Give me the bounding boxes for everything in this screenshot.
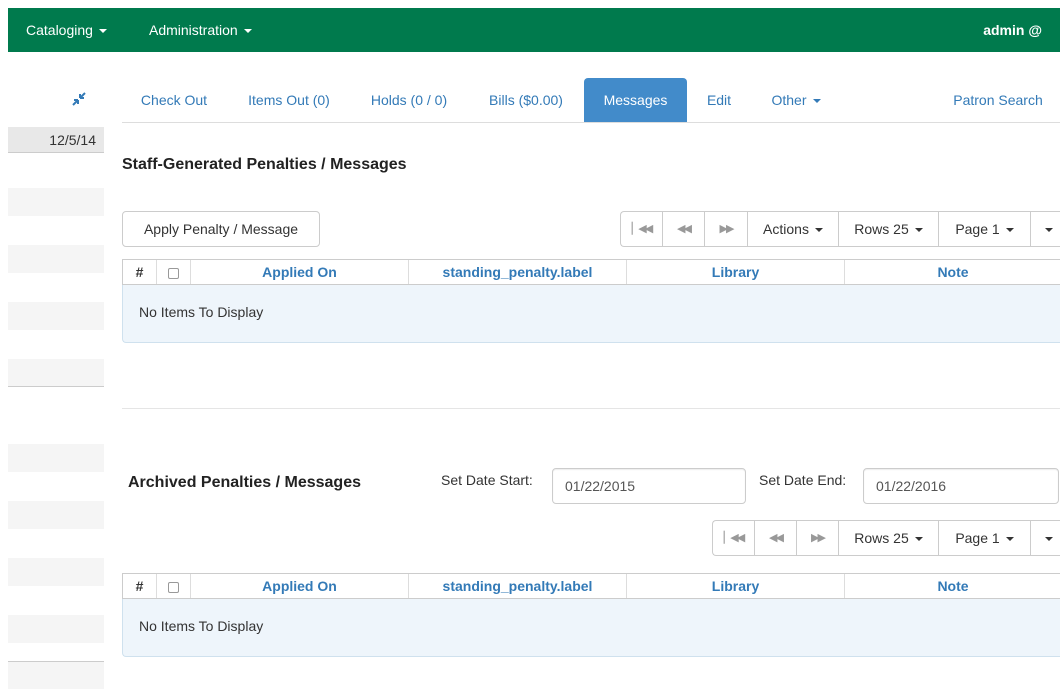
archived-grid-empty: No Items To Display — [122, 599, 1060, 657]
administration-label: Administration — [149, 22, 238, 38]
cataloging-menu[interactable]: Cataloging — [26, 8, 107, 52]
actions-label: Actions — [763, 221, 809, 237]
sidebar-date: 12/5/14 — [8, 127, 104, 153]
archived-grid-toolbar: ▏◀◀ ◀◀ ▶▶ Rows 25 Page 1 — [712, 520, 1060, 556]
rows-button[interactable]: Rows 25 — [839, 521, 939, 555]
first-page-icon[interactable]: ▏◀◀ — [621, 212, 663, 246]
sidebar-row — [8, 444, 104, 472]
tab-items-out[interactable]: Items Out (0) — [234, 78, 344, 122]
archived-section-title: Archived Penalties / Messages — [128, 474, 361, 491]
chevron-down-icon — [812, 99, 821, 104]
rows-button[interactable]: Rows 25 — [839, 212, 939, 246]
page-label: Page 1 — [955, 530, 1000, 546]
tab-other[interactable]: Other — [754, 78, 838, 122]
sidebar-row — [8, 245, 104, 273]
staff-grid-toolbar: ▏◀◀ ◀◀ ▶▶ Actions Rows 25 Page 1 — [620, 211, 1060, 247]
sidebar-row — [8, 501, 104, 529]
staff-section-title: Staff-Generated Penalties / Messages — [122, 156, 407, 173]
next-page-icon[interactable]: ▶▶ — [705, 212, 748, 246]
chevron-down-icon — [814, 228, 823, 233]
patron-tabs: Check Out Items Out (0) Holds (0 / 0) Bi… — [122, 78, 1060, 123]
column-number: # — [123, 260, 157, 284]
page-button[interactable]: Page 1 — [939, 521, 1031, 555]
tab-other-label: Other — [771, 92, 807, 108]
column-library[interactable]: Library — [627, 260, 845, 284]
page-button[interactable]: Page 1 — [939, 212, 1031, 246]
cataloging-label: Cataloging — [26, 22, 93, 38]
tab-edit[interactable]: Edit — [696, 78, 742, 122]
chevron-down-icon — [243, 29, 252, 34]
sidebar-row — [8, 615, 104, 643]
sidebar-row — [8, 661, 104, 689]
actions-button[interactable]: Actions — [748, 212, 839, 246]
tab-patron-search[interactable]: Patron Search — [938, 78, 1058, 122]
rows-label: Rows 25 — [854, 530, 909, 546]
date-end-label: Set Date End: — [759, 472, 847, 488]
chevron-down-icon — [98, 29, 107, 34]
chevron-down-icon — [1045, 537, 1053, 542]
column-note[interactable]: Note — [845, 574, 1060, 598]
sidebar-row — [8, 188, 104, 216]
tab-check-out[interactable]: Check Out — [122, 78, 226, 122]
empty-message: No Items To Display — [139, 618, 264, 634]
rows-label: Rows 25 — [854, 221, 909, 237]
sidebar-row — [8, 359, 104, 387]
archived-grid-header: # Applied On standing_penalty.label Libr… — [122, 573, 1060, 599]
chevron-down-icon — [1005, 228, 1014, 233]
user-menu[interactable]: admin @ — [983, 8, 1042, 52]
first-page-icon[interactable]: ▏◀◀ — [713, 521, 755, 555]
tab-holds[interactable]: Holds (0 / 0) — [360, 78, 458, 122]
column-note[interactable]: Note — [845, 260, 1060, 284]
column-number: # — [123, 574, 157, 598]
sidebar-row — [8, 558, 104, 586]
date-end-input[interactable] — [863, 468, 1059, 504]
column-standing-penalty-label[interactable]: standing_penalty.label — [409, 260, 627, 284]
select-all-checkbox[interactable] — [157, 574, 191, 598]
empty-message: No Items To Display — [139, 304, 264, 320]
previous-page-icon[interactable]: ◀◀ — [755, 521, 797, 555]
column-library[interactable]: Library — [627, 574, 845, 598]
select-all-checkbox[interactable] — [157, 260, 191, 284]
chevron-down-icon — [914, 228, 923, 233]
sidebar-row — [8, 302, 104, 330]
previous-page-icon[interactable]: ◀◀ — [663, 212, 705, 246]
checkbox-icon — [168, 581, 179, 593]
more-options-button[interactable] — [1031, 212, 1060, 246]
page-label: Page 1 — [955, 221, 1000, 237]
staff-grid-header: # Applied On standing_penalty.label Libr… — [122, 259, 1060, 285]
chevron-down-icon — [914, 537, 923, 542]
tab-bills[interactable]: Bills ($0.00) — [474, 78, 578, 122]
administration-menu[interactable]: Administration — [149, 8, 252, 52]
apply-penalty-button[interactable]: Apply Penalty / Message — [122, 211, 320, 247]
next-page-icon[interactable]: ▶▶ — [797, 521, 839, 555]
more-options-button[interactable] — [1031, 521, 1060, 555]
staff-grid-empty: No Items To Display — [122, 285, 1060, 343]
checkbox-icon — [168, 267, 179, 279]
top-navbar: Cataloging Administration admin @ — [8, 8, 1060, 52]
date-start-label: Set Date Start: — [441, 472, 533, 488]
chevron-down-icon — [1045, 228, 1053, 233]
column-applied-on[interactable]: Applied On — [191, 260, 409, 284]
chevron-down-icon — [1005, 537, 1014, 542]
column-applied-on[interactable]: Applied On — [191, 574, 409, 598]
section-divider — [122, 408, 1060, 409]
patron-sidebar: 12/5/14 — [8, 75, 104, 694]
date-start-input[interactable] — [552, 468, 746, 504]
tab-messages[interactable]: Messages — [584, 78, 687, 122]
column-standing-penalty-label[interactable]: standing_penalty.label — [409, 574, 627, 598]
